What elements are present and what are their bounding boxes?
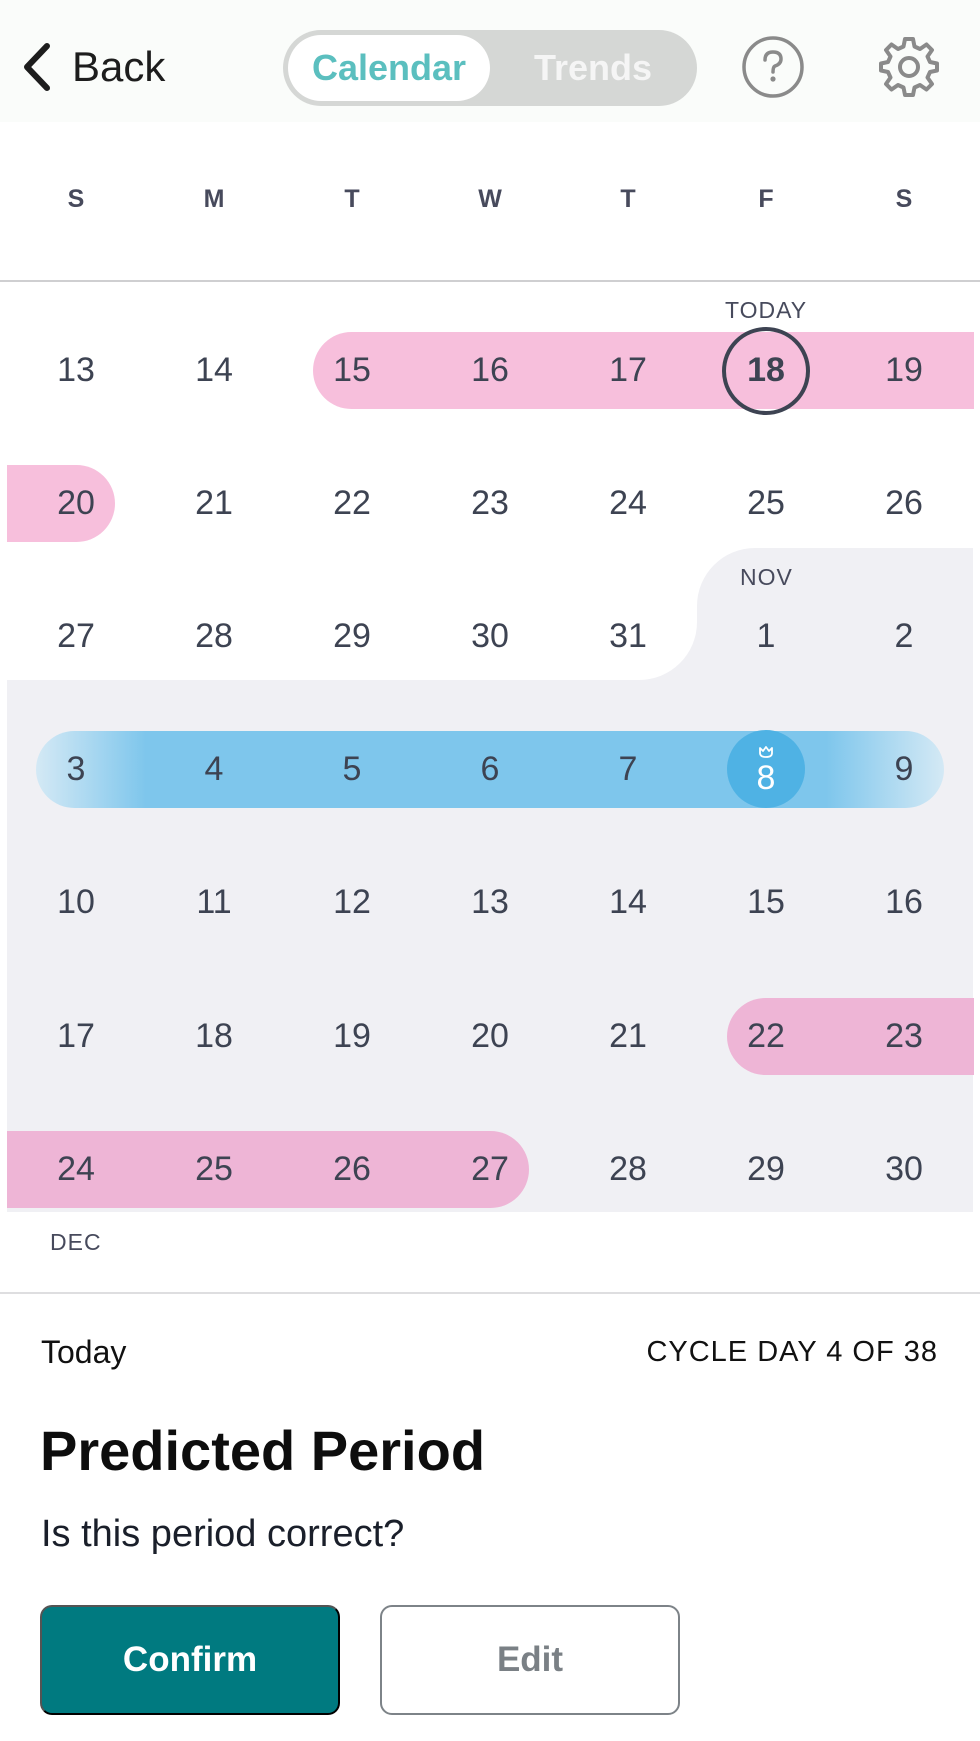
settings-button[interactable] (875, 33, 943, 101)
day-cell[interactable]: 26 (835, 465, 973, 542)
day-cell[interactable]: 13 (421, 864, 559, 941)
day-cell[interactable]: 16 (835, 864, 973, 941)
help-button[interactable] (739, 33, 807, 101)
day-cell[interactable]: 11 (145, 864, 283, 941)
day-cell[interactable]: 27 (7, 598, 145, 675)
day-cell[interactable]: 24 (7, 1131, 145, 1208)
day-cell[interactable]: 19 (283, 998, 421, 1075)
day-cell[interactable]: 7 (559, 731, 697, 808)
day-cell[interactable]: 1 (697, 598, 835, 675)
day-cell[interactable]: 29 (283, 598, 421, 675)
day-cell[interactable]: 15 (697, 864, 835, 941)
day-cell[interactable]: 10 (7, 864, 145, 941)
weekday-label: F (758, 185, 774, 213)
day-cell[interactable]: 14 (559, 864, 697, 941)
day-cell[interactable]: 25 (145, 1131, 283, 1208)
day-cell[interactable]: 23 (421, 465, 559, 542)
weekday-label: S (67, 185, 85, 213)
cycle-day-label: CYCLE DAY 4 OF 38 (646, 1336, 938, 1368)
ovulation-flower-icon (759, 745, 773, 758)
day-cell[interactable]: 30 (835, 1131, 973, 1208)
top-bar: Back Calendar Trends (0, 0, 980, 122)
day-cell[interactable]: 24 (559, 465, 697, 542)
day-cell[interactable]: 17 (559, 332, 697, 409)
day-cell[interactable]: 3 (7, 731, 145, 808)
day-cell[interactable]: 30 (421, 598, 559, 675)
weekday-label: W (478, 185, 502, 213)
day-cell[interactable]: 20 (421, 998, 559, 1075)
weekday-label: T (620, 185, 636, 213)
calendar-grid[interactable]: TODAY NOV DEC 13 14 15 16 17 18 19 20 21… (0, 282, 980, 1292)
day-cell[interactable]: 6 (421, 731, 559, 808)
day-cell[interactable]: 9 (835, 731, 973, 808)
back-button[interactable]: Back (20, 38, 165, 96)
confirm-button[interactable]: Confirm (40, 1605, 340, 1715)
day-cell[interactable]: 17 (7, 998, 145, 1075)
day-cell[interactable]: 2 (835, 598, 973, 675)
weekday-header: S M T W T F S (7, 185, 973, 235)
predicted-period-title: Predicted Period (40, 1419, 486, 1482)
view-toggle: Calendar Trends (283, 30, 697, 106)
day-cell[interactable]: 20 (7, 465, 145, 542)
day-cell[interactable]: 21 (559, 998, 697, 1075)
day-cell[interactable]: 29 (697, 1131, 835, 1208)
tab-trends[interactable]: Trends (495, 35, 691, 101)
day-cell[interactable]: 23 (835, 998, 973, 1075)
day-cell-ovulation[interactable]: 8 (697, 731, 835, 808)
day-cell[interactable]: 15 (283, 332, 421, 409)
today-label: TODAY (725, 297, 808, 323)
day-cell[interactable]: 12 (283, 864, 421, 941)
divider (0, 1292, 980, 1294)
back-label: Back (72, 43, 166, 90)
weekday-label: S (895, 185, 913, 213)
day-cell[interactable]: 27 (421, 1131, 559, 1208)
day-cell[interactable]: 14 (145, 332, 283, 409)
day-cell[interactable]: 28 (559, 1131, 697, 1208)
day-cell[interactable]: 18 (145, 998, 283, 1075)
today-heading: Today (41, 1334, 127, 1370)
month-label-dec: DEC (50, 1229, 102, 1255)
day-cell[interactable]: 21 (145, 465, 283, 542)
ovulation-day-number: 8 (756, 758, 776, 797)
day-cell[interactable]: 26 (283, 1131, 421, 1208)
day-cell[interactable]: 16 (421, 332, 559, 409)
day-cell[interactable]: 5 (283, 731, 421, 808)
day-cell[interactable]: 28 (145, 598, 283, 675)
weekday-label: M (203, 185, 225, 213)
day-cell[interactable]: 31 (559, 598, 697, 675)
day-cell[interactable]: 22 (697, 998, 835, 1075)
month-label-nov: NOV (740, 564, 793, 590)
day-cell-today[interactable]: 18 (697, 332, 835, 409)
weekday-label: T (344, 185, 360, 213)
edit-button[interactable]: Edit (380, 1605, 680, 1715)
gear-icon (879, 37, 939, 97)
day-cell[interactable]: 22 (283, 465, 421, 542)
day-cell[interactable]: 13 (7, 332, 145, 409)
period-question: Is this period correct? (41, 1513, 405, 1555)
question-circle-icon (742, 36, 804, 98)
day-cell[interactable]: 19 (835, 332, 973, 409)
tab-calendar[interactable]: Calendar (288, 35, 490, 101)
day-cell[interactable]: 25 (697, 465, 835, 542)
chevron-left-icon (24, 43, 50, 91)
day-cell[interactable]: 4 (145, 731, 283, 808)
